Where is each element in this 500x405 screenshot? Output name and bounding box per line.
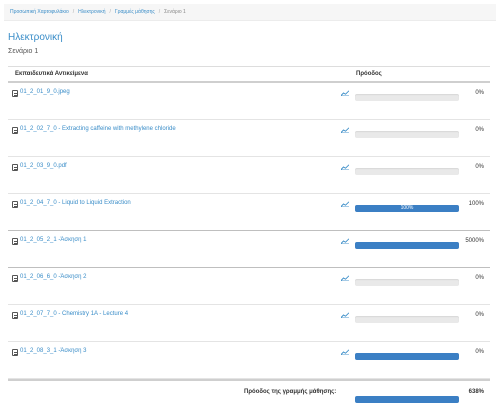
learning-object-link[interactable]: 01_2_04_7_0 - Liquid to Liquid Extractio… [20,200,131,206]
table-row: 01_2_05_2_1 -Άσκηση 1 5000% [8,231,490,268]
learning-object-link[interactable]: 01_2_07_7_0 - Chemistry 1A - Lecture 4 [20,311,128,317]
table-body: 01_2_01_9_0.jpeg 0% 01_2_02_7_0 - Extracti… [8,83,490,379]
breadcrumb-item[interactable]: Γραμμές μάθησης [115,9,155,15]
document-icon [12,164,18,171]
total-progress-percent: 638% [468,389,484,395]
breadcrumb-separator: / [109,9,111,15]
progress-percent: 0% [475,275,484,281]
progress-bar [355,279,459,286]
table-row: 01_2_01_9_0.jpeg 0% [8,83,490,120]
table-row: 01_2_02_7_0 - Extracting caffeine with m… [8,120,490,157]
progress-percent: 100% [468,201,484,207]
progress-bar [355,316,459,323]
line-chart-icon[interactable] [341,90,349,96]
table-row: 01_2_08_3_1 -Άσκηση 3 0% [8,342,490,379]
line-chart-icon[interactable] [341,201,349,207]
line-chart-icon[interactable] [341,275,349,281]
document-icon [12,127,18,134]
document-icon [12,90,18,97]
learning-object-link[interactable]: 01_2_01_9_0.jpeg [20,89,70,95]
progress-percent: 0% [475,164,484,170]
table-row: 01_2_06_6_0 -Άσκηση 2 0% [8,268,490,305]
column-header-objects: Εκπαιδευτικά Αντικείμενα [15,71,88,77]
progress-percent: 0% [475,312,484,318]
learning-object-link[interactable]: 01_2_03_9_0.pdf [20,163,67,169]
learning-object-link[interactable]: 01_2_06_6_0 -Άσκηση 2 [20,274,86,280]
document-icon [12,312,18,319]
table-row: 01_2_03_9_0.pdf 0% [8,157,490,194]
line-chart-icon[interactable] [341,312,349,318]
learning-object-link[interactable]: 01_2_08_3_1 -Άσκηση 3 [20,348,86,354]
breadcrumb-item[interactable]: Προσωπική Χαρτοφυλάκιο [10,9,69,15]
progress-bar-fill [355,242,459,249]
progress-percent: 0% [475,127,484,133]
learning-objects-table: Εκπαιδευτικά Αντικείμενα Πρόοδος 01_2_01… [8,66,490,405]
progress-percent: 0% [475,90,484,96]
breadcrumb-item[interactable]: Ηλεκτρονική [78,9,105,15]
table-header: Εκπαιδευτικά Αντικείμενα Πρόοδος [8,66,490,83]
line-chart-icon[interactable] [341,127,349,133]
document-icon [12,201,18,208]
progress-bar-fill [355,353,459,360]
total-progress-label: Πρόοδος της γραμμής μάθησης: [244,389,337,395]
line-chart-icon[interactable] [341,164,349,170]
progress-percent: 0% [475,349,484,355]
document-icon [12,238,18,245]
page-subtitle: Σενάριο 1 [8,48,39,55]
column-header-progress: Πρόοδος [356,71,382,77]
learning-object-link[interactable]: 01_2_05_2_1 -Άσκηση 1 [20,237,86,243]
progress-percent: 5000% [465,238,484,244]
progress-bar: 100% [355,205,459,212]
progress-bar [355,94,459,101]
document-icon [12,349,18,356]
learning-object-link[interactable]: 01_2_02_7_0 - Extracting caffeine with m… [20,126,176,132]
line-chart-icon[interactable] [341,349,349,355]
table-row: 01_2_07_7_0 - Chemistry 1A - Lecture 4 0% [8,305,490,342]
breadcrumb-separator: / [72,9,75,15]
breadcrumb-current: Σενάριο 1 [164,9,186,15]
progress-bar-fill: 100% [355,205,459,212]
progress-bar [355,242,459,249]
breadcrumb: Προσωπική Χαρτοφυλάκιο / Ηλεκτρονική / Γραμμ… [4,4,496,21]
progress-bar [355,131,459,138]
progress-bar [355,353,459,360]
breadcrumb-separator: / [158,9,161,15]
line-chart-icon[interactable] [341,238,349,244]
progress-bar [355,168,459,175]
table-row: 01_2_04_7_0 - Liquid to Liquid Extractio… [8,194,490,231]
document-icon [12,275,18,282]
table-footer: Πρόοδος της γραμμής μάθησης: 638% [8,379,490,405]
page-title: Ηλεκτρονική [8,32,63,43]
